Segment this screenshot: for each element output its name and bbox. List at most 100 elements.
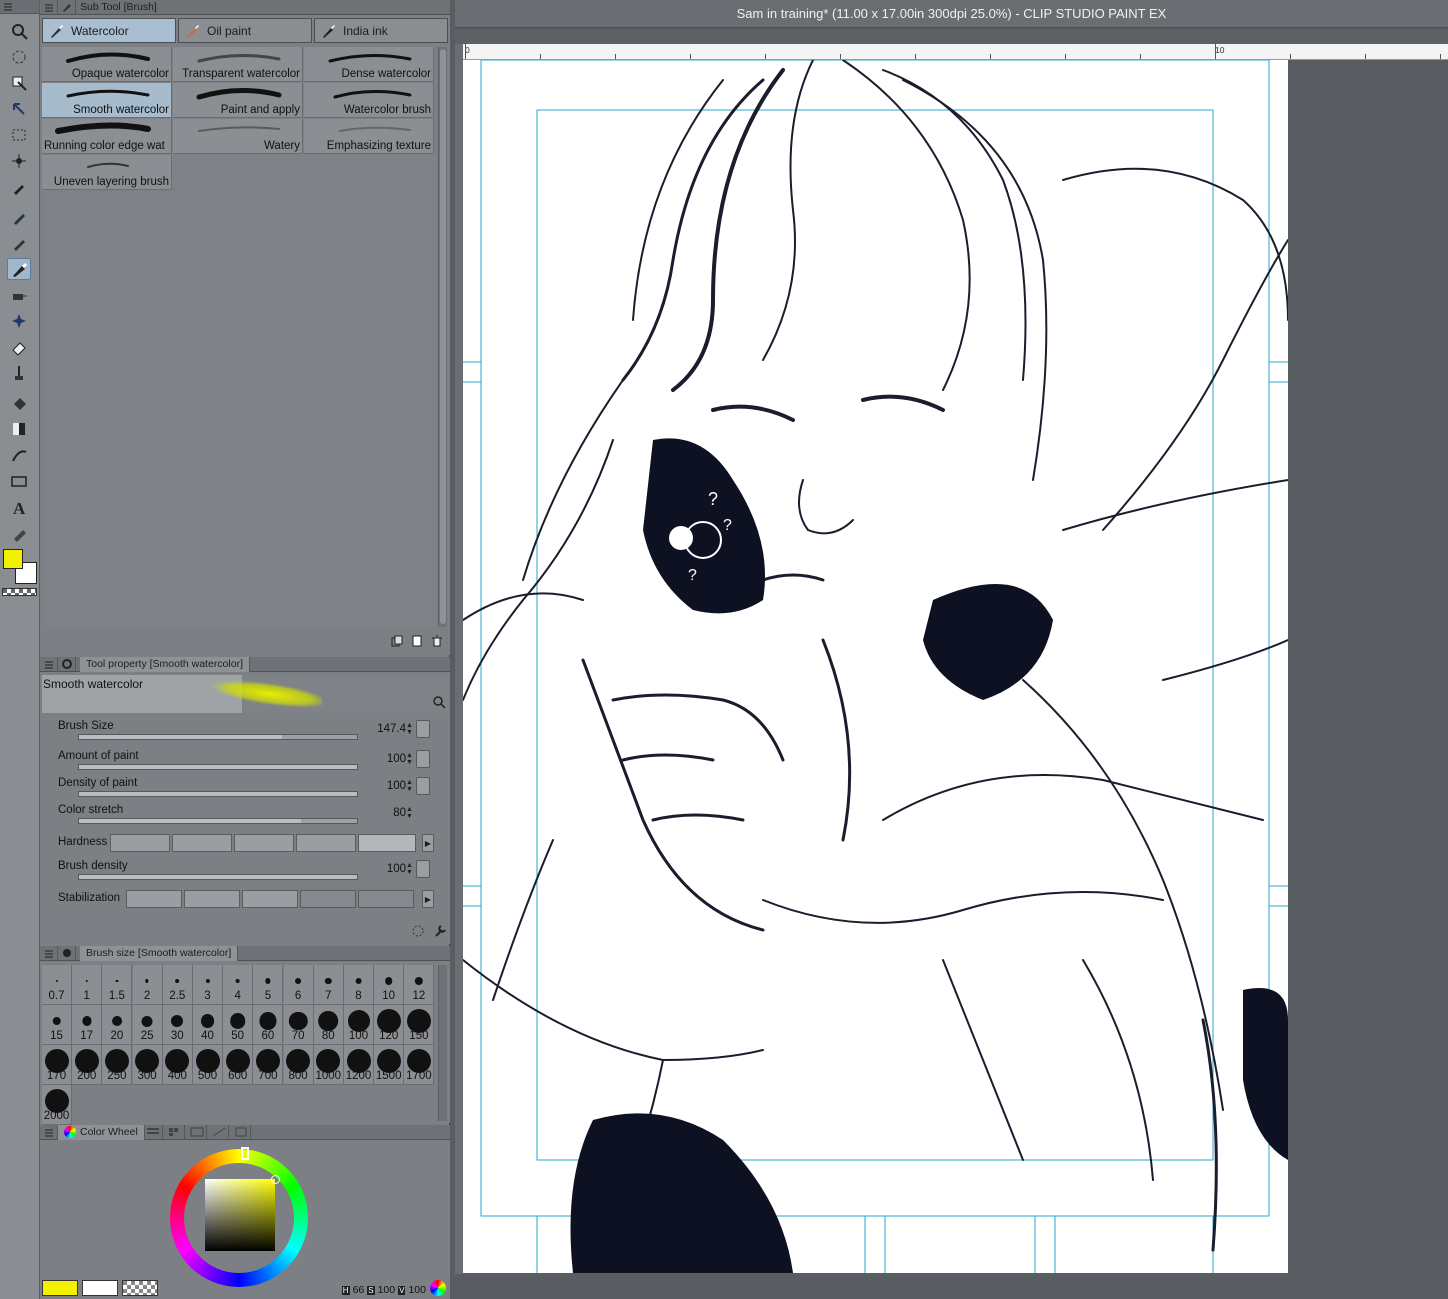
pressure-settings-button[interactable] (416, 860, 430, 878)
brush-item-watery[interactable]: Watery (173, 119, 303, 154)
subtool-scrollbar[interactable] (438, 47, 447, 627)
sub-color-chip[interactable] (82, 1280, 118, 1296)
tool-gradient[interactable] (7, 418, 31, 440)
panel-menu-icon[interactable] (40, 656, 58, 672)
brush-size-preset[interactable]: 120 (374, 1005, 405, 1045)
tool-pencil[interactable] (7, 232, 31, 254)
amount-track[interactable] (78, 764, 358, 770)
brush-size-preset[interactable]: 300 (132, 1045, 163, 1085)
tool-text[interactable]: A (7, 496, 31, 518)
brush-size-preset[interactable]: 500 (193, 1045, 223, 1085)
tool-brush[interactable] (7, 258, 31, 280)
sv-marker[interactable] (271, 1175, 280, 1184)
group-tab-oil-paint[interactable]: Oil paint (178, 18, 312, 43)
tab-color-set[interactable] (167, 1124, 185, 1140)
panel-menu-icon[interactable] (3, 2, 13, 12)
brush-density-spinner[interactable]: ▲ ▼ (406, 862, 414, 876)
brush-size-preset[interactable]: 700 (253, 1045, 284, 1085)
transparent-color-chip[interactable] (122, 1280, 158, 1296)
density-track[interactable] (78, 791, 358, 797)
group-tab-watercolor[interactable]: Watercolor (42, 18, 176, 43)
brush-size-preset[interactable]: 25 (132, 1005, 163, 1045)
brush-item-emphasizing-texture[interactable]: Emphasizing texture (304, 119, 434, 154)
brush-size-preset[interactable]: 150 (404, 1005, 435, 1045)
tool-blend[interactable] (7, 362, 31, 384)
color-space-icon[interactable] (430, 1280, 446, 1296)
tab-color-slider[interactable] (145, 1124, 163, 1140)
brush-size-preset[interactable]: 20 (102, 1005, 133, 1045)
brush-size-preset[interactable]: 1200 (344, 1045, 374, 1085)
brush-size-preset[interactable]: 1 (72, 965, 103, 1005)
brush-size-scrollbar[interactable] (438, 965, 447, 1121)
brush-size-preset[interactable]: 8 (344, 965, 374, 1005)
stabilization-control[interactable]: Stabilization ▶ (56, 890, 436, 908)
tool-selection[interactable] (7, 124, 31, 146)
color-stretch-slider[interactable]: Color stretch 80 ▲ ▼ (56, 804, 436, 828)
tool-eyedropper[interactable] (7, 176, 31, 198)
hardness-arrow-icon[interactable]: ▶ (422, 834, 434, 852)
brush-size-preset[interactable]: 2 (132, 965, 163, 1005)
pressure-settings-button[interactable] (416, 777, 430, 795)
stabilization-segments[interactable] (126, 890, 414, 908)
brush-size-preset[interactable]: 12 (404, 965, 435, 1005)
brush-size-slider[interactable]: Brush Size 147.4 ▲ ▼ (56, 720, 436, 744)
brush-size-track[interactable] (78, 734, 358, 740)
hardness-segments[interactable] (110, 834, 416, 852)
tab-color-wheel[interactable]: Color Wheel (58, 1124, 145, 1140)
brush-size-preset[interactable]: 5 (253, 965, 284, 1005)
tab-approximate-color[interactable] (211, 1124, 229, 1140)
density-spinner[interactable]: ▲ ▼ (406, 779, 414, 793)
brush-size-preset[interactable]: 6 (283, 965, 314, 1005)
brush-size-preset[interactable]: 70 (283, 1005, 314, 1045)
brush-size-preset[interactable]: 1500 (374, 1045, 405, 1085)
brush-size-preset[interactable]: 800 (283, 1045, 314, 1085)
panel-menu-icon[interactable] (40, 945, 58, 961)
amount-of-paint-slider[interactable]: Amount of paint 100 ▲ ▼ (56, 750, 436, 774)
saturation-value-square[interactable] (205, 1179, 275, 1251)
tool-eraser[interactable] (7, 336, 31, 358)
brush-size-preset[interactable]: 600 (223, 1045, 254, 1085)
brush-size-preset[interactable]: 1700 (404, 1045, 435, 1085)
pressure-settings-button[interactable] (416, 720, 430, 738)
brush-size-preset[interactable]: 1.5 (102, 965, 133, 1005)
brush-size-preset[interactable]: 3 (193, 965, 223, 1005)
copy-subtool-icon[interactable] (390, 634, 404, 648)
brush-size-preset[interactable]: 15 (42, 1005, 72, 1045)
tool-decoration[interactable] (7, 310, 31, 332)
tab-color-history[interactable] (233, 1124, 251, 1140)
amount-spinner[interactable]: ▲ ▼ (406, 752, 414, 766)
brush-size-preset[interactable]: 80 (313, 1005, 344, 1045)
brush-size-preset[interactable]: 250 (102, 1045, 133, 1085)
brush-item-running-color-edge[interactable]: Running color edge wat (42, 119, 172, 154)
tool-move[interactable] (7, 46, 31, 68)
main-color-chip[interactable] (42, 1280, 78, 1296)
tool-fill[interactable] (7, 392, 31, 414)
brush-item-paint-and-apply[interactable]: Paint and apply (173, 83, 303, 118)
brush-item-dense-watercolor[interactable]: Dense watercolor (304, 47, 434, 82)
brush-size-preset[interactable]: 30 (162, 1005, 193, 1045)
brush-item-opaque-watercolor[interactable]: Opaque watercolor (42, 47, 172, 82)
brush-size-spinner[interactable]: ▲ ▼ (406, 722, 414, 736)
brush-item-smooth-watercolor[interactable]: Smooth watercolor (42, 83, 172, 118)
tool-zoom[interactable] (7, 20, 31, 42)
stretch-spinner[interactable]: ▲ ▼ (406, 806, 414, 820)
tab-intermediate-color[interactable] (189, 1124, 207, 1140)
brush-size-preset[interactable]: 1000 (313, 1045, 344, 1085)
main-color-swatch[interactable] (3, 549, 23, 569)
brush-size-preset[interactable]: 400 (162, 1045, 193, 1085)
brush-item-uneven-layering[interactable]: Uneven layering brush (42, 155, 172, 190)
brush-size-preset[interactable]: 200 (72, 1045, 103, 1085)
brush-density-track[interactable] (78, 874, 358, 880)
tool-frame[interactable] (7, 470, 31, 492)
pressure-settings-button[interactable] (416, 750, 430, 768)
stabilization-arrow-icon[interactable]: ▶ (422, 890, 434, 908)
new-subtool-icon[interactable] (410, 634, 424, 648)
tool-airbrush[interactable] (7, 284, 31, 306)
brush-size-preset[interactable]: 2.5 (162, 965, 193, 1005)
tool-figure[interactable] (7, 444, 31, 466)
panel-menu-icon[interactable] (40, 1124, 58, 1140)
wrench-icon[interactable] (432, 923, 448, 939)
tool-correct-line[interactable] (7, 522, 31, 544)
brush-density-slider[interactable]: Brush density 100 ▲ ▼ (56, 860, 436, 884)
tool-pen[interactable] (7, 206, 31, 228)
